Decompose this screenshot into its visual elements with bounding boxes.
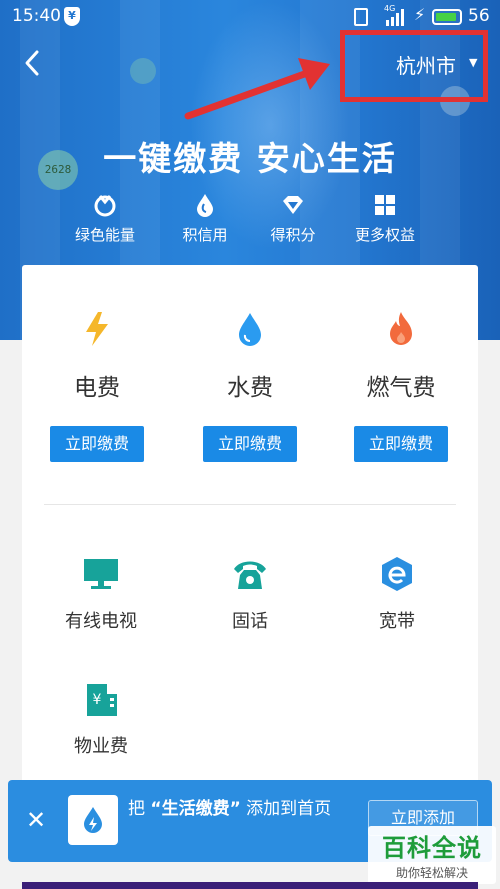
feature-label: 绿色能量	[74, 226, 135, 244]
battery-icon	[432, 9, 462, 25]
banner-app-name: “生活缴费”	[150, 799, 241, 819]
vibrate-icon	[354, 8, 368, 26]
banner-suffix: 添加到首页	[246, 799, 332, 819]
pay-now-button[interactable]: 立即缴费	[50, 426, 144, 462]
city-selector[interactable]: 杭州市	[396, 50, 456, 79]
bill-name: 电费	[74, 375, 120, 401]
water-drop-icon	[84, 807, 102, 833]
watermark-title: 百科全说	[382, 834, 482, 862]
screen: 2628 15:40 ¥ 4G ⚡ 56 杭州市 ▼ 一键缴费 安心生活 绿色能…	[0, 0, 500, 889]
leaf-icon	[94, 195, 116, 217]
service-name: 宽带	[379, 611, 415, 632]
building-icon: ¥	[87, 684, 117, 716]
svg-text:¥: ¥	[93, 692, 102, 708]
feature-points[interactable]: 得积分	[248, 193, 338, 245]
feature-more[interactable]: 更多权益	[340, 193, 430, 245]
bill-name: 燃气费	[366, 375, 436, 401]
telephone-icon	[234, 561, 266, 589]
bubble	[130, 58, 156, 84]
caret-down-icon[interactable]: ▼	[469, 56, 477, 69]
flame-icon	[390, 312, 412, 345]
lightning-icon	[86, 312, 108, 346]
pay-now-button[interactable]: 立即缴费	[203, 426, 297, 462]
status-bar: 15:40 ¥ 4G ⚡ 56	[0, 0, 500, 34]
feature-row: 绿色能量 积信用 得积分 更多权益	[60, 193, 460, 253]
service-cable-tv[interactable]: 有线电视	[36, 555, 166, 633]
feature-label: 更多权益	[354, 226, 415, 244]
back-button[interactable]	[18, 48, 48, 78]
divider	[44, 504, 456, 505]
shield-icon: ¥	[64, 7, 80, 26]
status-time: 15:40	[12, 6, 61, 26]
banner-prefix: 把	[128, 799, 145, 819]
feature-label: 积信用	[182, 226, 228, 244]
service-property-fee[interactable]: ¥ 物业费	[36, 680, 166, 758]
grid-icon	[375, 195, 395, 215]
tv-icon	[84, 559, 118, 589]
close-icon[interactable]: ✕	[26, 806, 46, 834]
water-drop-icon	[239, 313, 261, 346]
feature-credit[interactable]: 积信用	[160, 193, 250, 245]
bottom-strip	[22, 882, 478, 889]
app-icon	[68, 795, 118, 845]
feature-green-energy[interactable]: 绿色能量	[60, 193, 150, 245]
service-name: 物业费	[74, 736, 128, 757]
charging-icon: ⚡	[414, 5, 426, 24]
signal-icon: 4G	[384, 4, 406, 26]
battery-level: 56	[468, 6, 490, 26]
feature-label: 得积分	[270, 226, 316, 244]
watermark-subtitle: 助你轻松解决	[395, 866, 468, 880]
pay-now-button[interactable]: 立即缴费	[354, 426, 448, 462]
drop-icon	[197, 194, 213, 217]
network-type: 4G	[384, 4, 396, 13]
bill-electricity[interactable]: 电费 立即缴费	[32, 310, 162, 462]
slogan: 一键缴费 安心生活	[103, 139, 397, 178]
service-name: 有线电视	[65, 611, 137, 632]
watermark: 百科全说 助你轻松解决	[368, 826, 496, 884]
bill-name: 水费	[227, 375, 273, 401]
payment-card: 电费 立即缴费 水费 立即缴费 燃气费 立即缴费 有线电视 固话 宽带 ¥ 物业…	[22, 265, 478, 805]
bill-water[interactable]: 水费 立即缴费	[185, 310, 315, 462]
chevron-left-icon	[25, 50, 39, 76]
bill-gas[interactable]: 燃气费 立即缴费	[336, 310, 466, 462]
broadband-icon	[382, 557, 412, 591]
banner-message: 把 “生活缴费” 添加到首页	[128, 797, 358, 821]
red-arrow-icon	[184, 58, 330, 120]
service-name: 固话	[232, 611, 268, 632]
diamond-icon	[283, 196, 303, 214]
service-broadband[interactable]: 宽带	[332, 555, 462, 633]
service-landline[interactable]: 固话	[185, 555, 315, 633]
